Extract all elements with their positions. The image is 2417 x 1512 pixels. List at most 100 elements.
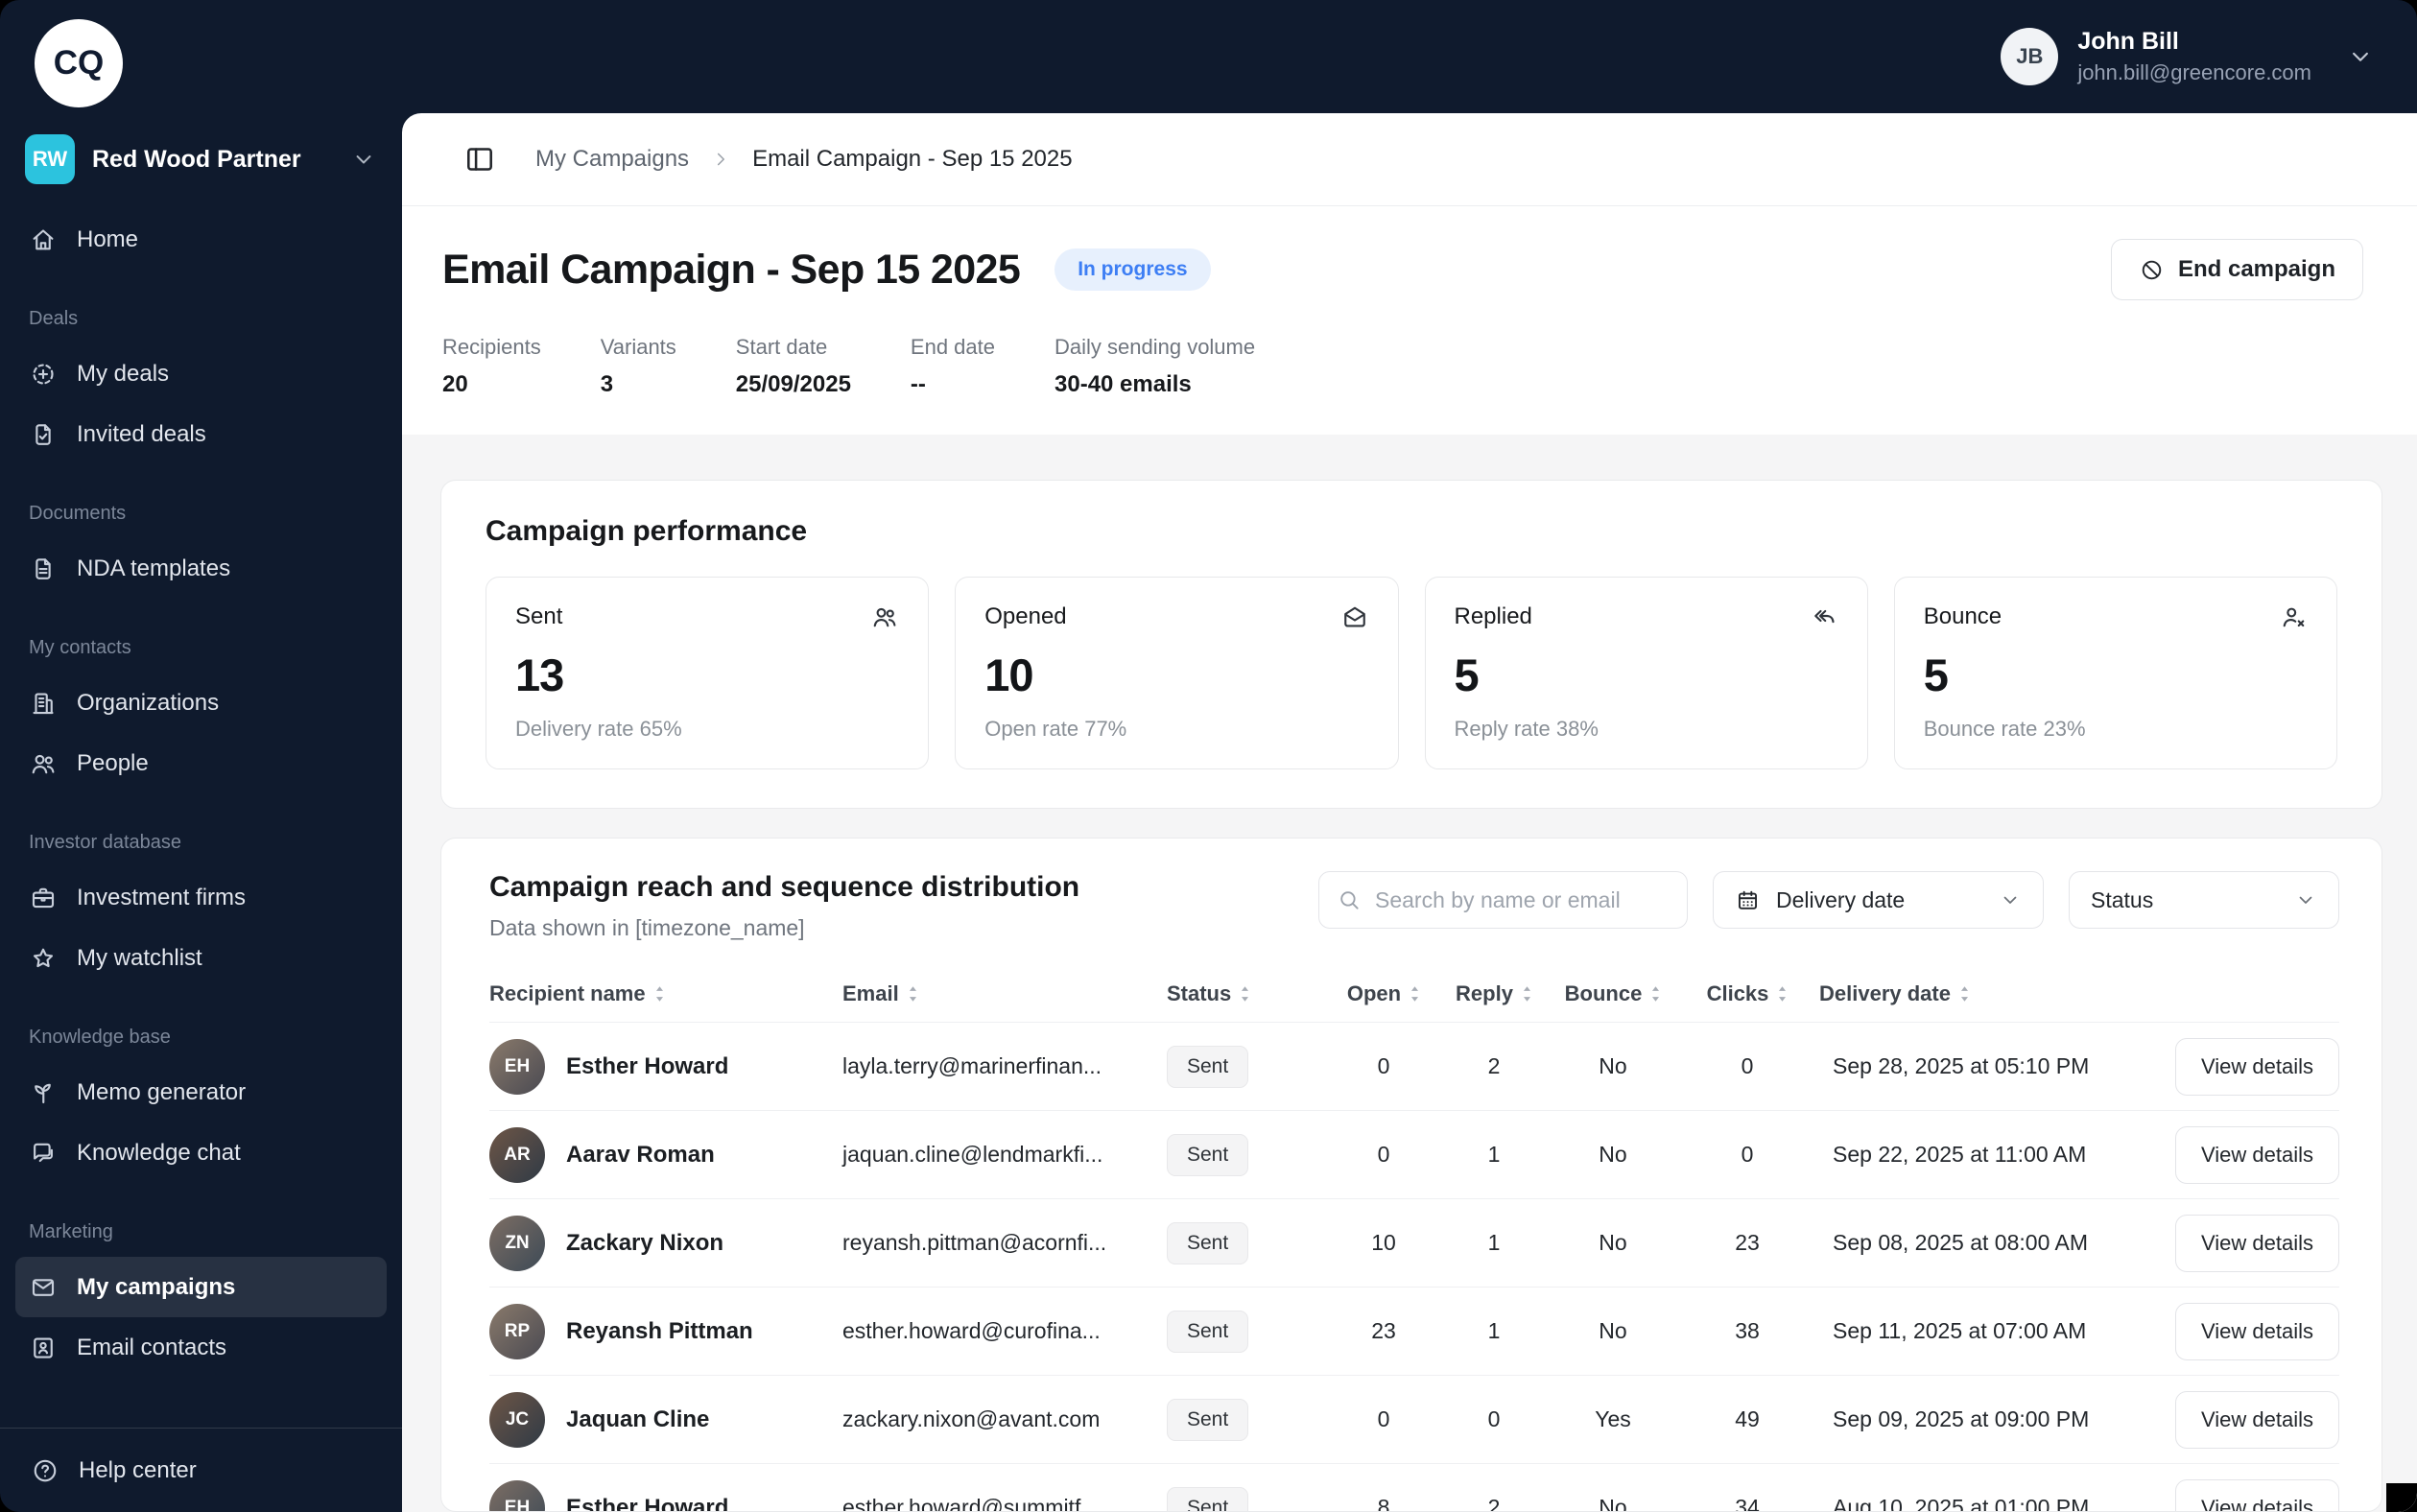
filter-label: Delivery date [1776, 886, 1906, 912]
column-header-label: Delivery date [1819, 981, 1951, 1005]
sidebar-item-my-deals[interactable]: My deals [15, 343, 387, 404]
chevron-down-icon [350, 146, 377, 173]
sidebar-item-my-watchlist[interactable]: My watchlist [15, 928, 387, 988]
sidebar-section-label: Marketing [29, 1221, 113, 1242]
bounce-cell: No [1599, 1495, 1627, 1512]
page-content: Campaign performance Sent 13 Delivery rate… [402, 435, 2417, 1512]
search-input[interactable] [1373, 886, 1670, 914]
view-details-button[interactable]: View details [2175, 1037, 2339, 1096]
stat-card-subtext: Delivery rate 65% [515, 717, 682, 741]
app-window: CQ JB John Bill john.bill@greencore.com … [0, 0, 2417, 1512]
stat-card-value: 5 [1454, 650, 1480, 700]
recipients-table: Recipient name Email Status Open Reply Bounce… [489, 966, 2339, 1512]
clicks-cell: 49 [1735, 1406, 1760, 1431]
end-campaign-button[interactable]: End campaign [2110, 239, 2363, 300]
avatar: RP [489, 1303, 545, 1359]
breadcrumb-item-my-campaigns[interactable]: My Campaigns [535, 146, 689, 173]
sidebar-item-organizations[interactable]: Organizations [15, 673, 387, 733]
view-details-button[interactable]: View details [2175, 1125, 2339, 1184]
campaign-reach-card: Campaign reach and sequence distribution… [440, 838, 2382, 1512]
sidebar-toggle-icon[interactable] [462, 142, 497, 177]
star-icon [29, 944, 58, 973]
stat-value: 3 [600, 371, 614, 397]
stat-card-subtext: Open rate 77% [984, 717, 1127, 741]
invited-icon [29, 420, 58, 449]
view-details-button[interactable]: View details [2175, 1390, 2339, 1449]
screen-corner-artifact [2386, 1483, 2417, 1512]
column-header-bounce[interactable]: Bounce [1551, 981, 1675, 1006]
sidebar-section: Investor database Investment firms My watc… [15, 832, 387, 988]
actions-cell: View details [2117, 1125, 2339, 1184]
view-details-button[interactable]: View details [2175, 1302, 2339, 1360]
bounce-cell: No [1599, 1318, 1627, 1343]
sidebar-item-knowledge-chat[interactable]: Knowledge chat [15, 1122, 387, 1183]
column-header-clicks[interactable]: Clicks [1675, 981, 1819, 1006]
sidebar-item-nda-templates[interactable]: NDA templates [15, 538, 387, 599]
sidebar-item-help-center[interactable]: Help center [0, 1428, 402, 1512]
breadcrumb: My Campaigns Email Campaign - Sep 15 202… [402, 113, 2417, 206]
open-cell: 0 [1377, 1053, 1390, 1078]
table-row: EH Esther Howard layla.terry@marinerfinan.… [489, 1022, 2339, 1110]
column-header-label: Email [842, 981, 899, 1005]
user-menu[interactable]: JB John Bill john.bill@greencore.com [2001, 28, 2375, 85]
view-details-button[interactable]: View details [2175, 1214, 2339, 1272]
performance-card-replied: Replied 5 Reply rate 38% [1424, 577, 1868, 769]
sidebar-section-label: Knowledge base [29, 1027, 171, 1048]
sidebar-item-email-contacts[interactable]: Email contacts [15, 1317, 387, 1378]
mail-open-icon [1340, 602, 1369, 631]
mail-icon [29, 1273, 58, 1302]
sidebar-item-investment-firms[interactable]: Investment firms [15, 867, 387, 928]
status-cell: Sent [1167, 1398, 1330, 1441]
column-header-recipient-name[interactable]: Recipient name [489, 981, 842, 1006]
sidebar-item-label: Organizations [77, 689, 220, 716]
performance-grid: Sent 13 Delivery rate 65% Opened 10 Open rate… [486, 577, 2337, 769]
table-body: EH Esther Howard layla.terry@marinerfinan.… [489, 1022, 2339, 1512]
column-header-open[interactable]: Open [1330, 981, 1437, 1006]
home-icon [29, 225, 58, 254]
sidebar: RW Red Wood Partner Home Deals My deals Inv… [0, 113, 402, 1512]
workspace-switcher[interactable]: RW Red Wood Partner [15, 129, 387, 190]
column-header-delivery-date[interactable]: Delivery date [1819, 981, 2117, 1006]
recipient-name: Jaquan Cline [566, 1406, 710, 1432]
stat-card-header: Opened [984, 602, 1368, 631]
contact-card-icon [29, 1334, 58, 1362]
column-header-email[interactable]: Email [842, 981, 1167, 1006]
app-logo: CQ [35, 19, 123, 107]
status-filter[interactable]: Status [2069, 871, 2339, 929]
table-row: ZN Zackary Nixon reyansh.pittman@acornfi..… [489, 1198, 2339, 1287]
sidebar-item-invited-deals[interactable]: Invited deals [15, 404, 387, 464]
actions-cell: View details [2117, 1037, 2339, 1096]
delivery-date-cell: Sep 28, 2025 at 05:10 PM [1833, 1053, 2090, 1078]
status-cell: Sent [1167, 1133, 1330, 1176]
sidebar-item-people[interactable]: People [15, 733, 387, 793]
sort-icon [1959, 985, 1970, 1003]
delivery-date-filter[interactable]: Delivery date [1713, 871, 2044, 929]
reply-all-icon [1810, 602, 1838, 631]
reply-cell: 1 [1487, 1230, 1501, 1255]
reply-cell: 2 [1487, 1053, 1501, 1078]
performance-card-sent: Sent 13 Delivery rate 65% [486, 577, 930, 769]
open-cell: 8 [1377, 1495, 1390, 1512]
building-icon [29, 689, 58, 718]
sidebar-item-my-campaigns[interactable]: My campaigns [15, 1257, 387, 1317]
table-filters: Delivery date Status [1318, 871, 2339, 929]
stat-card-header: Replied [1455, 602, 1838, 631]
sidebar-item-home[interactable]: Home [15, 209, 387, 270]
sidebar-item-label: Memo generator [77, 1078, 247, 1105]
column-header-status[interactable]: Status [1167, 981, 1330, 1006]
status-chip: Sent [1167, 1045, 1249, 1088]
campaign-stats: Recipients 20 Variants 3 Start date 25/09/202… [442, 335, 2363, 398]
prohibit-icon [2139, 257, 2165, 283]
stat-label: End date [910, 335, 995, 359]
table-row: JC Jaquan Cline zackary.nixon@avant.com Sen… [489, 1375, 2339, 1463]
recipient-email: esther.howard@summitf... [842, 1495, 1100, 1512]
avatar: JC [489, 1391, 545, 1448]
page-header: Email Campaign - Sep 15 2025 In progress… [402, 206, 2417, 435]
column-header-reply[interactable]: Reply [1437, 981, 1551, 1006]
view-details-button[interactable]: View details [2175, 1478, 2339, 1511]
stat-recipients: Recipients 20 [442, 335, 541, 398]
sidebar-item-memo-generator[interactable]: Memo generator [15, 1062, 387, 1122]
sort-icon [1650, 985, 1661, 1003]
clicks-cell: 0 [1741, 1053, 1754, 1078]
workspace-badge: RW [25, 134, 75, 184]
